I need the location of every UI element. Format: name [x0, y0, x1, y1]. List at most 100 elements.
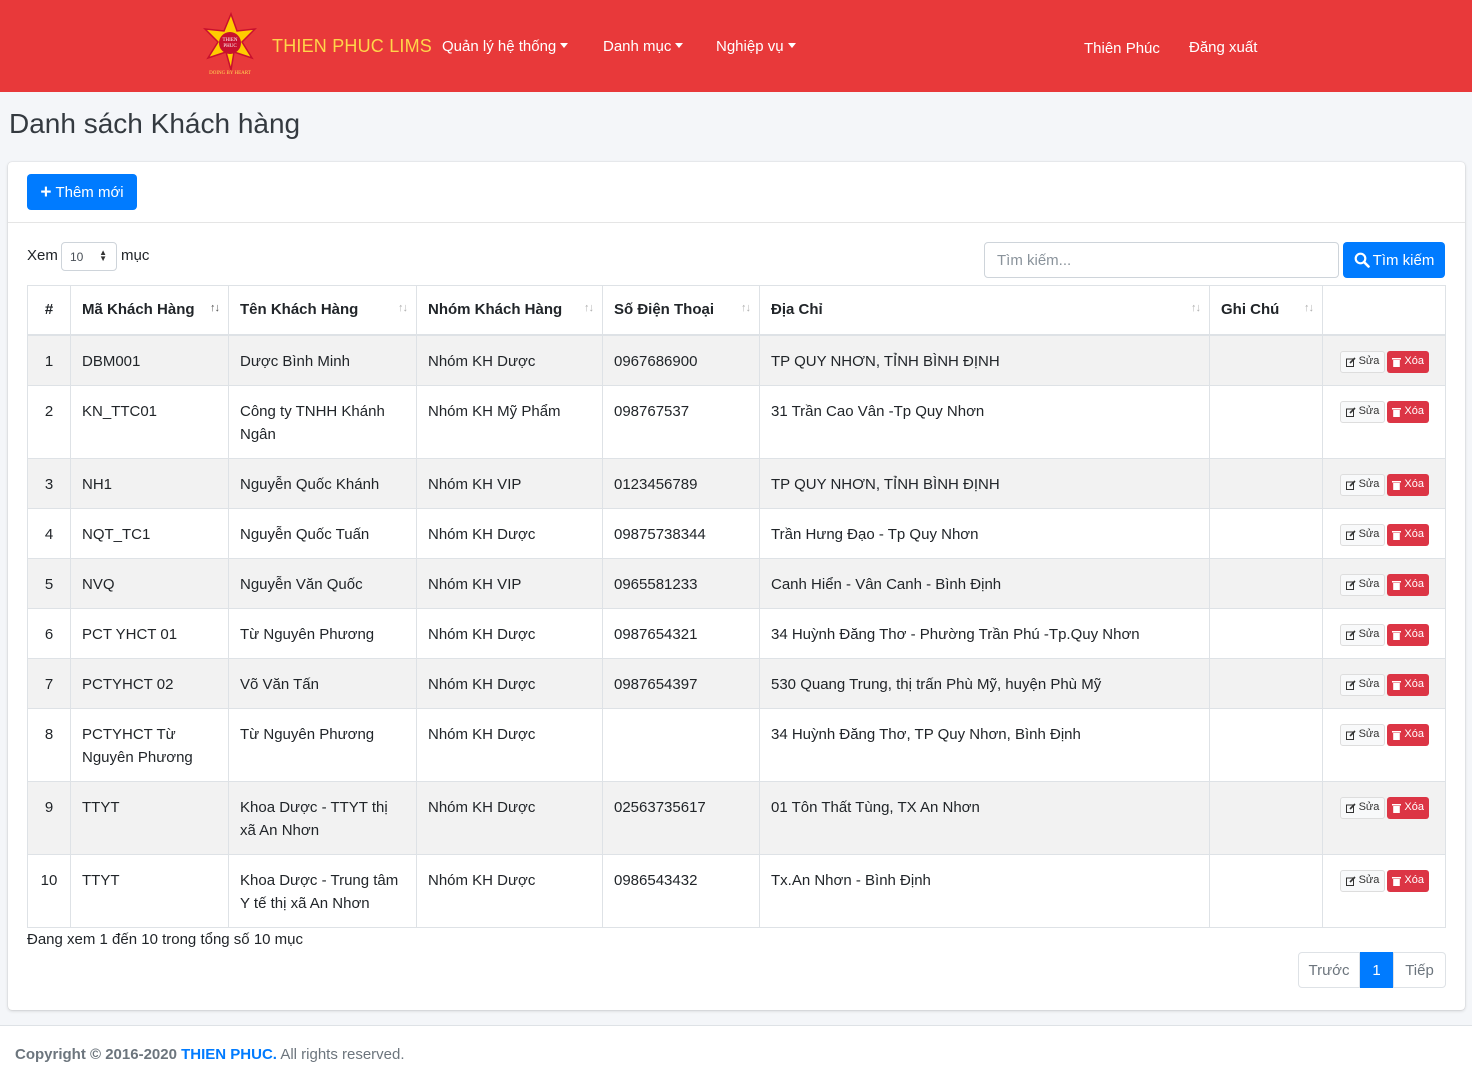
- delete-button[interactable]: Xóa: [1387, 623, 1429, 646]
- select-arrows-icon: ▲ ▼: [99, 248, 107, 263]
- page-length-select[interactable]: 10 ▲ ▼: [61, 242, 117, 271]
- edit-button[interactable]: Sửa: [1339, 796, 1386, 819]
- cell-actions: Sửa Xóa: [1322, 457, 1446, 509]
- cell-group: Nhóm KH Dược: [416, 607, 603, 659]
- cell-no: 4: [27, 507, 71, 559]
- cell-address: 530 Quang Trung, thị trấn Phù Mỹ, huyện …: [759, 657, 1210, 709]
- nav-menu-business[interactable]: Nghiệp vụ: [716, 38, 796, 55]
- delete-button[interactable]: Xóa: [1387, 573, 1429, 596]
- delete-button[interactable]: Xóa: [1387, 400, 1429, 423]
- col-header-group[interactable]: Nhóm Khách Hàng ↑↓: [416, 285, 603, 336]
- search-button-label: Tìm kiếm: [1372, 251, 1435, 269]
- copyright-text: Copyright © 2016-2020 THIEN PHUC. All ri…: [15, 1046, 405, 1063]
- delete-button[interactable]: Xóa: [1387, 796, 1429, 819]
- table-row: 9 TTYT Khoa Dược - TTYT thị xã An Nhơn Nhóm…: [27, 780, 1446, 855]
- edit-button[interactable]: Sửa: [1339, 573, 1386, 596]
- sort-asc-icon: ↑↓: [210, 302, 220, 314]
- table-header-row: # Mã Khách Hàng ↑↓ Tên Khách Hàng ↑↓ Nhóm …: [27, 285, 1446, 336]
- cell-group: Nhóm KH Dược: [416, 707, 603, 782]
- delete-label: Xóa: [1404, 578, 1424, 590]
- table-row: 1 DBM001 Dược Bình Minh Nhóm KH Dược 0967686…: [27, 334, 1446, 386]
- edit-icon: [1345, 479, 1356, 490]
- pagination-next-button[interactable]: Tiếp: [1393, 952, 1446, 988]
- col-header-name[interactable]: Tên Khách Hàng ↑↓: [228, 285, 417, 336]
- delete-button[interactable]: Xóa: [1387, 723, 1429, 746]
- edit-button[interactable]: Sửa: [1339, 523, 1386, 546]
- edit-button[interactable]: Sửa: [1339, 473, 1386, 496]
- cell-phone: [602, 707, 760, 782]
- delete-button[interactable]: Xóa: [1387, 523, 1429, 546]
- edit-button[interactable]: Sửa: [1339, 350, 1386, 373]
- cell-phone: 0986543432: [602, 853, 760, 928]
- table-row: 6 PCT YHCT 01 Từ Nguyên Phương Nhóm KH Dược…: [27, 607, 1446, 659]
- customer-list-card: + Thêm mới Xem 10 ▲▼ mục Tìm kiếm # Mã K…: [8, 162, 1465, 1010]
- cell-group: Nhóm KH Dược: [416, 334, 603, 386]
- delete-label: Xóa: [1404, 478, 1424, 490]
- cell-actions: Sửa Xóa: [1322, 507, 1446, 559]
- cell-no: 10: [27, 853, 71, 928]
- col-header-group-label: Nhóm Khách Hàng: [428, 301, 563, 319]
- logout-link[interactable]: Đăng xuất: [1189, 39, 1257, 56]
- col-header-address[interactable]: Địa Chỉ ↑↓: [759, 285, 1210, 336]
- trash-icon: [1392, 407, 1402, 417]
- cell-name: Khoa Dược - TTYT thị xã An Nhơn: [228, 780, 417, 855]
- page-title: Danh sách Khách hàng: [9, 108, 301, 139]
- cell-code: PCT YHCT 01: [70, 607, 229, 659]
- delete-button[interactable]: Xóa: [1387, 869, 1429, 892]
- table-row: 8 PCTYHCT Từ Nguyên Phương Từ Nguyên Phươn…: [27, 707, 1446, 782]
- nav-menu-catalog[interactable]: Danh mục: [603, 38, 684, 55]
- delete-button[interactable]: Xóa: [1387, 350, 1429, 373]
- nav-menu-system[interactable]: Quản lý hệ thống: [442, 38, 569, 55]
- edit-label: Sửa: [1358, 528, 1380, 540]
- col-header-note[interactable]: Ghi Chú ↑↓: [1209, 285, 1323, 336]
- pagination-prev-button[interactable]: Trước: [1298, 952, 1360, 988]
- edit-button[interactable]: Sửa: [1339, 400, 1386, 423]
- cell-phone: 02563735617: [602, 780, 760, 855]
- delete-label: Xóa: [1404, 405, 1424, 417]
- search-input[interactable]: [984, 242, 1339, 278]
- user-name-link[interactable]: Thiên Phúc: [1084, 40, 1160, 57]
- col-header-name-label: Tên Khách Hàng: [240, 301, 359, 319]
- col-header-code[interactable]: Mã Khách Hàng ↑↓: [70, 285, 229, 336]
- cell-no: 9: [27, 780, 71, 855]
- brand-name[interactable]: THIEN PHUC LIMS: [272, 36, 432, 57]
- add-new-button[interactable]: + Thêm mới: [27, 174, 137, 210]
- edit-button[interactable]: Sửa: [1339, 623, 1386, 646]
- cell-actions: Sửa Xóa: [1322, 334, 1446, 386]
- cell-name: Nguyễn Quốc Khánh: [228, 457, 417, 509]
- cell-no: 7: [27, 657, 71, 709]
- cell-name: Nguyễn Văn Quốc: [228, 557, 417, 609]
- card-header: + Thêm mới: [8, 162, 1465, 223]
- trash-icon: [1392, 580, 1402, 590]
- col-header-phone[interactable]: Số Điện Thoại ↑↓: [602, 285, 760, 336]
- company-link[interactable]: THIEN PHUC.: [181, 1046, 277, 1063]
- cell-code: NVQ: [70, 557, 229, 609]
- edit-button[interactable]: Sửa: [1339, 869, 1386, 892]
- cell-no: 8: [27, 707, 71, 782]
- cell-address: 01 Tôn Thất Tùng, TX An Nhơn: [759, 780, 1210, 855]
- cell-group: Nhóm KH Dược: [416, 657, 603, 709]
- col-header-index[interactable]: #: [27, 285, 71, 336]
- cell-name: Từ Nguyên Phương: [228, 607, 417, 659]
- cell-actions: Sửa Xóa: [1322, 780, 1446, 855]
- pagination-page-1[interactable]: 1: [1360, 952, 1393, 988]
- svg-text:PHUC: PHUC: [223, 44, 237, 49]
- col-header-actions: [1322, 285, 1446, 336]
- edit-button[interactable]: Sửa: [1339, 723, 1386, 746]
- table-row: 3 NH1 Nguyễn Quốc Khánh Nhóm KH VIP 01234567…: [27, 457, 1446, 509]
- cell-note: [1209, 707, 1323, 782]
- delete-button[interactable]: Xóa: [1387, 473, 1429, 496]
- cell-no: 5: [27, 557, 71, 609]
- edit-icon: [1345, 406, 1356, 417]
- edit-icon: [1345, 729, 1356, 740]
- cell-no: 6: [27, 607, 71, 659]
- search-button[interactable]: Tìm kiếm: [1343, 242, 1445, 278]
- company-logo[interactable]: THIEN PHUC DOING BY HEART: [202, 12, 260, 78]
- col-header-index-label: #: [44, 301, 54, 319]
- cell-name: Từ Nguyên Phương: [228, 707, 417, 782]
- delete-button[interactable]: Xóa: [1387, 673, 1429, 696]
- customer-table-body: 1 DBM001 Dược Bình Minh Nhóm KH Dược 0967686…: [27, 334, 1446, 928]
- edit-button[interactable]: Sửa: [1339, 673, 1386, 696]
- cell-actions: Sửa Xóa: [1322, 657, 1446, 709]
- cell-code: TTYT: [70, 780, 229, 855]
